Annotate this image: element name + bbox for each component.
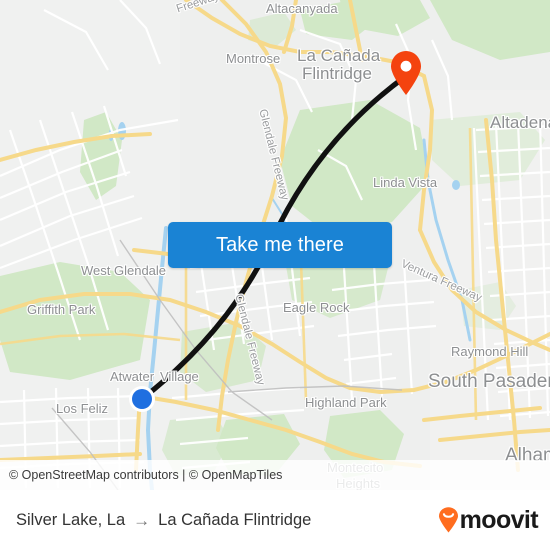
footer-bar: Silver Lake, La → La Cañada Flintridge m… (0, 490, 550, 550)
moovit-pin-icon (438, 507, 458, 533)
origin-marker-icon[interactable] (127, 384, 157, 414)
moovit-logo[interactable]: moovit (438, 505, 539, 534)
map-attribution[interactable]: © OpenStreetMap contributors | © OpenMap… (0, 460, 550, 490)
arrow-right-icon: → (133, 510, 151, 530)
take-me-there-button[interactable]: Take me there (168, 222, 392, 268)
moovit-wordmark: moovit (459, 505, 539, 534)
route-map[interactable]: Altacanyada Montrose La Cañada Flintridg… (0, 0, 550, 490)
destination-marker-icon[interactable] (389, 50, 423, 96)
route-summary: Silver Lake, La → La Cañada Flintridge (16, 511, 311, 530)
route-destination-label: La Cañada Flintridge (158, 510, 312, 529)
route-origin-label: Silver Lake, La (16, 510, 126, 529)
moovit-route-screenshot: Altacanyada Montrose La Cañada Flintridg… (0, 0, 550, 550)
